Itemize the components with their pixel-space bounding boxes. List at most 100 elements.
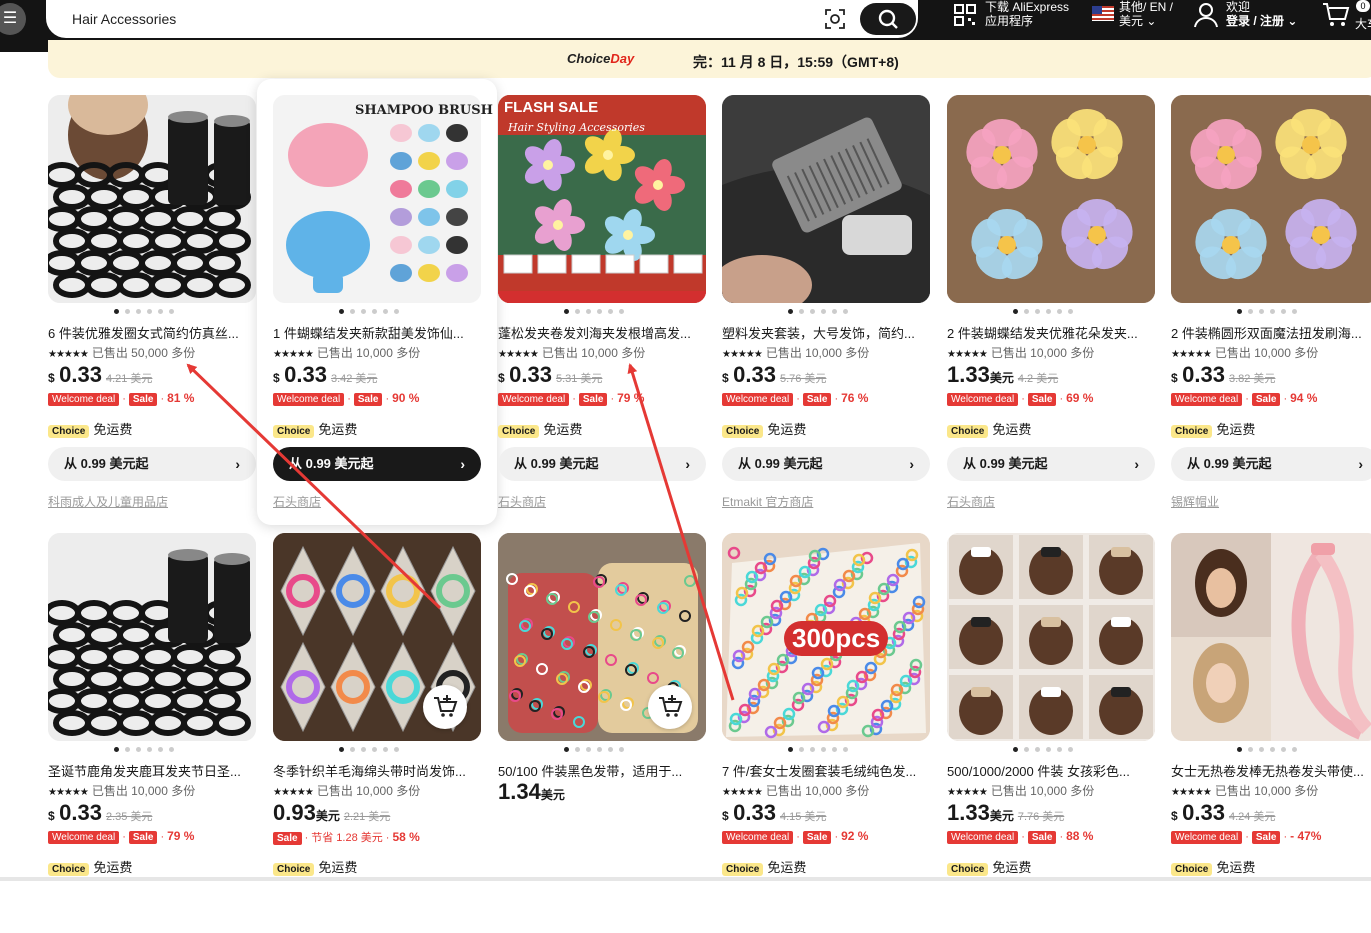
product-title[interactable]: 500/1000/2000 件装 女孩彩色...: [947, 761, 1155, 780]
carousel-dot[interactable]: [361, 309, 366, 314]
cart-icon[interactable]: [1322, 2, 1350, 28]
carousel-dot[interactable]: [832, 747, 837, 752]
carousel-dot[interactable]: [372, 747, 377, 752]
menu-icon[interactable]: ☰: [0, 3, 26, 35]
image-carousel-dots[interactable]: [339, 309, 399, 314]
product-title[interactable]: 2 件装椭圆形双面魔法扭发刷海...: [1171, 323, 1371, 342]
product-title[interactable]: 2 件装蝴蝶结发夹优雅花朵发夹...: [947, 323, 1155, 342]
carousel-dot[interactable]: [810, 747, 815, 752]
product-title[interactable]: 6 件装优雅发圈女式简约仿真丝...: [48, 323, 256, 342]
product-card[interactable]: 6 件装优雅发圈女式简约仿真丝... ★★★★★ 已售出 50,000 多份 $ 0.…: [48, 95, 260, 515]
image-carousel-dots[interactable]: [1237, 747, 1297, 752]
carousel-dot[interactable]: [1270, 747, 1275, 752]
carousel-dot[interactable]: [575, 309, 580, 314]
store-link[interactable]: 石头商店: [947, 493, 995, 510]
carousel-dot[interactable]: [1046, 747, 1051, 752]
carousel-dot[interactable]: [1281, 309, 1286, 314]
product-image[interactable]: [1171, 95, 1371, 303]
carousel-dot[interactable]: [788, 309, 793, 314]
carousel-dot[interactable]: [810, 309, 815, 314]
price-options-button[interactable]: 从 0.99 美元起 ›: [48, 447, 256, 481]
product-card[interactable]: 圣诞节鹿角发夹鹿耳发夹节日圣... ★★★★★ 已售出 10,000 多份 $ 0.3…: [48, 533, 260, 876]
carousel-dot[interactable]: [821, 747, 826, 752]
product-title[interactable]: 圣诞节鹿角发夹鹿耳发夹节日圣...: [48, 761, 256, 780]
product-title[interactable]: 50/100 件装黑色发带，适用于...: [498, 761, 706, 780]
carousel-dot[interactable]: [394, 747, 399, 752]
carousel-dot[interactable]: [372, 309, 377, 314]
image-carousel-dots[interactable]: [339, 747, 399, 752]
carousel-dot[interactable]: [361, 747, 366, 752]
product-image[interactable]: [722, 95, 930, 303]
carousel-dot[interactable]: [1292, 747, 1297, 752]
carousel-dot[interactable]: [383, 747, 388, 752]
carousel-dot[interactable]: [608, 309, 613, 314]
carousel-dot[interactable]: [1237, 309, 1242, 314]
product-image[interactable]: [947, 95, 1155, 303]
product-card[interactable]: 500/1000/2000 件装 女孩彩色... ★★★★★ 已售出 10,000 …: [947, 533, 1159, 876]
product-card[interactable]: 2 件装椭圆形双面魔法扭发刷海... ★★★★★ 已售出 10,000 多份 $ 0.…: [1171, 95, 1371, 515]
product-card[interactable]: 塑料发夹套装，大号发饰，简约... ★★★★★ 已售出 10,000 多份 $ 0.3…: [722, 95, 934, 515]
product-card[interactable]: 女士无热卷发棒无热卷发头带使... ★★★★★ 已售出 10,000 多份 $ 0.3…: [1171, 533, 1371, 876]
user-icon[interactable]: [1194, 2, 1218, 28]
search-input[interactable]: Hair Accessories: [72, 11, 176, 27]
product-card[interactable]: 冬季针织羊毛海绵头带时尚发饰... ★★★★★ 已售出 10,000 多份 0.93美…: [273, 533, 485, 876]
price-options-button[interactable]: 从 0.99 美元起 ›: [947, 447, 1155, 481]
price-options-button[interactable]: 从 0.99 美元起 ›: [722, 447, 930, 481]
image-carousel-dots[interactable]: [114, 309, 174, 314]
image-carousel-dots[interactable]: [788, 309, 848, 314]
carousel-dot[interactable]: [843, 309, 848, 314]
search-button[interactable]: [860, 3, 916, 35]
carousel-dot[interactable]: [1035, 309, 1040, 314]
carousel-dot[interactable]: [564, 309, 569, 314]
carousel-dot[interactable]: [586, 309, 591, 314]
carousel-dot[interactable]: [1013, 747, 1018, 752]
carousel-dot[interactable]: [597, 309, 602, 314]
add-to-cart-button[interactable]: [648, 685, 692, 729]
store-link[interactable]: 科雨成人及儿童用品店: [48, 493, 168, 510]
product-card[interactable]: 300pcs 7 件/套女士发圈套装毛绒纯色发... ★★★★★ 已售出 10,000…: [722, 533, 934, 876]
language-currency-selector[interactable]: 其他/ EN / 美元 ⌄: [1119, 0, 1173, 28]
carousel-dot[interactable]: [1248, 309, 1253, 314]
carousel-dot[interactable]: [1035, 747, 1040, 752]
carousel-dot[interactable]: [147, 747, 152, 752]
carousel-dot[interactable]: [1046, 309, 1051, 314]
sign-in-register-link[interactable]: 登录 / 注册: [1226, 14, 1284, 28]
carousel-dot[interactable]: [1068, 309, 1073, 314]
carousel-dot[interactable]: [1292, 309, 1297, 314]
product-title[interactable]: 1 件蝴蝶结发夹新款甜美发饰仙...: [273, 323, 481, 342]
image-carousel-dots[interactable]: [564, 747, 624, 752]
carousel-dot[interactable]: [1024, 309, 1029, 314]
product-card[interactable]: 50/100 件装黑色发带，适用于... 1.34美元: [498, 533, 710, 873]
carousel-dot[interactable]: [608, 747, 613, 752]
carousel-dot[interactable]: [1013, 309, 1018, 314]
carousel-dot[interactable]: [125, 309, 130, 314]
carousel-dot[interactable]: [136, 309, 141, 314]
image-carousel-dots[interactable]: [114, 747, 174, 752]
add-to-cart-button[interactable]: [423, 685, 467, 729]
carousel-dot[interactable]: [1068, 747, 1073, 752]
carousel-dot[interactable]: [619, 309, 624, 314]
product-title[interactable]: 女士无热卷发棒无热卷发头带使...: [1171, 761, 1371, 780]
carousel-dot[interactable]: [158, 309, 163, 314]
product-title[interactable]: 塑料发夹套装，大号发饰，简约...: [722, 323, 930, 342]
carousel-dot[interactable]: [843, 747, 848, 752]
carousel-dot[interactable]: [788, 747, 793, 752]
search-bar[interactable]: Hair Accessories: [46, 0, 918, 38]
product-card[interactable]: FLASH SALE Hair Styling Accessories 蓬松发夹卷发…: [498, 95, 710, 515]
image-carousel-dots[interactable]: [1013, 747, 1073, 752]
image-carousel-dots[interactable]: [564, 309, 624, 314]
carousel-dot[interactable]: [564, 747, 569, 752]
price-options-button[interactable]: 从 0.99 美元起 ›: [498, 447, 706, 481]
promo-banner[interactable]: ChoiceDay 完：11 月 8 日，15:59（GMT+8): [48, 40, 1371, 78]
carousel-dot[interactable]: [169, 309, 174, 314]
product-title[interactable]: 7 件/套女士发圈套装毛绒纯色发...: [722, 761, 930, 780]
carousel-dot[interactable]: [1248, 747, 1253, 752]
carousel-dot[interactable]: [1057, 309, 1062, 314]
carousel-dot[interactable]: [586, 747, 591, 752]
carousel-dot[interactable]: [114, 309, 119, 314]
carousel-dot[interactable]: [1024, 747, 1029, 752]
image-carousel-dots[interactable]: [1237, 309, 1297, 314]
carousel-dot[interactable]: [125, 747, 130, 752]
product-title[interactable]: 蓬松发夹卷发刘海夹发根增高发...: [498, 323, 706, 342]
carousel-dot[interactable]: [1057, 747, 1062, 752]
